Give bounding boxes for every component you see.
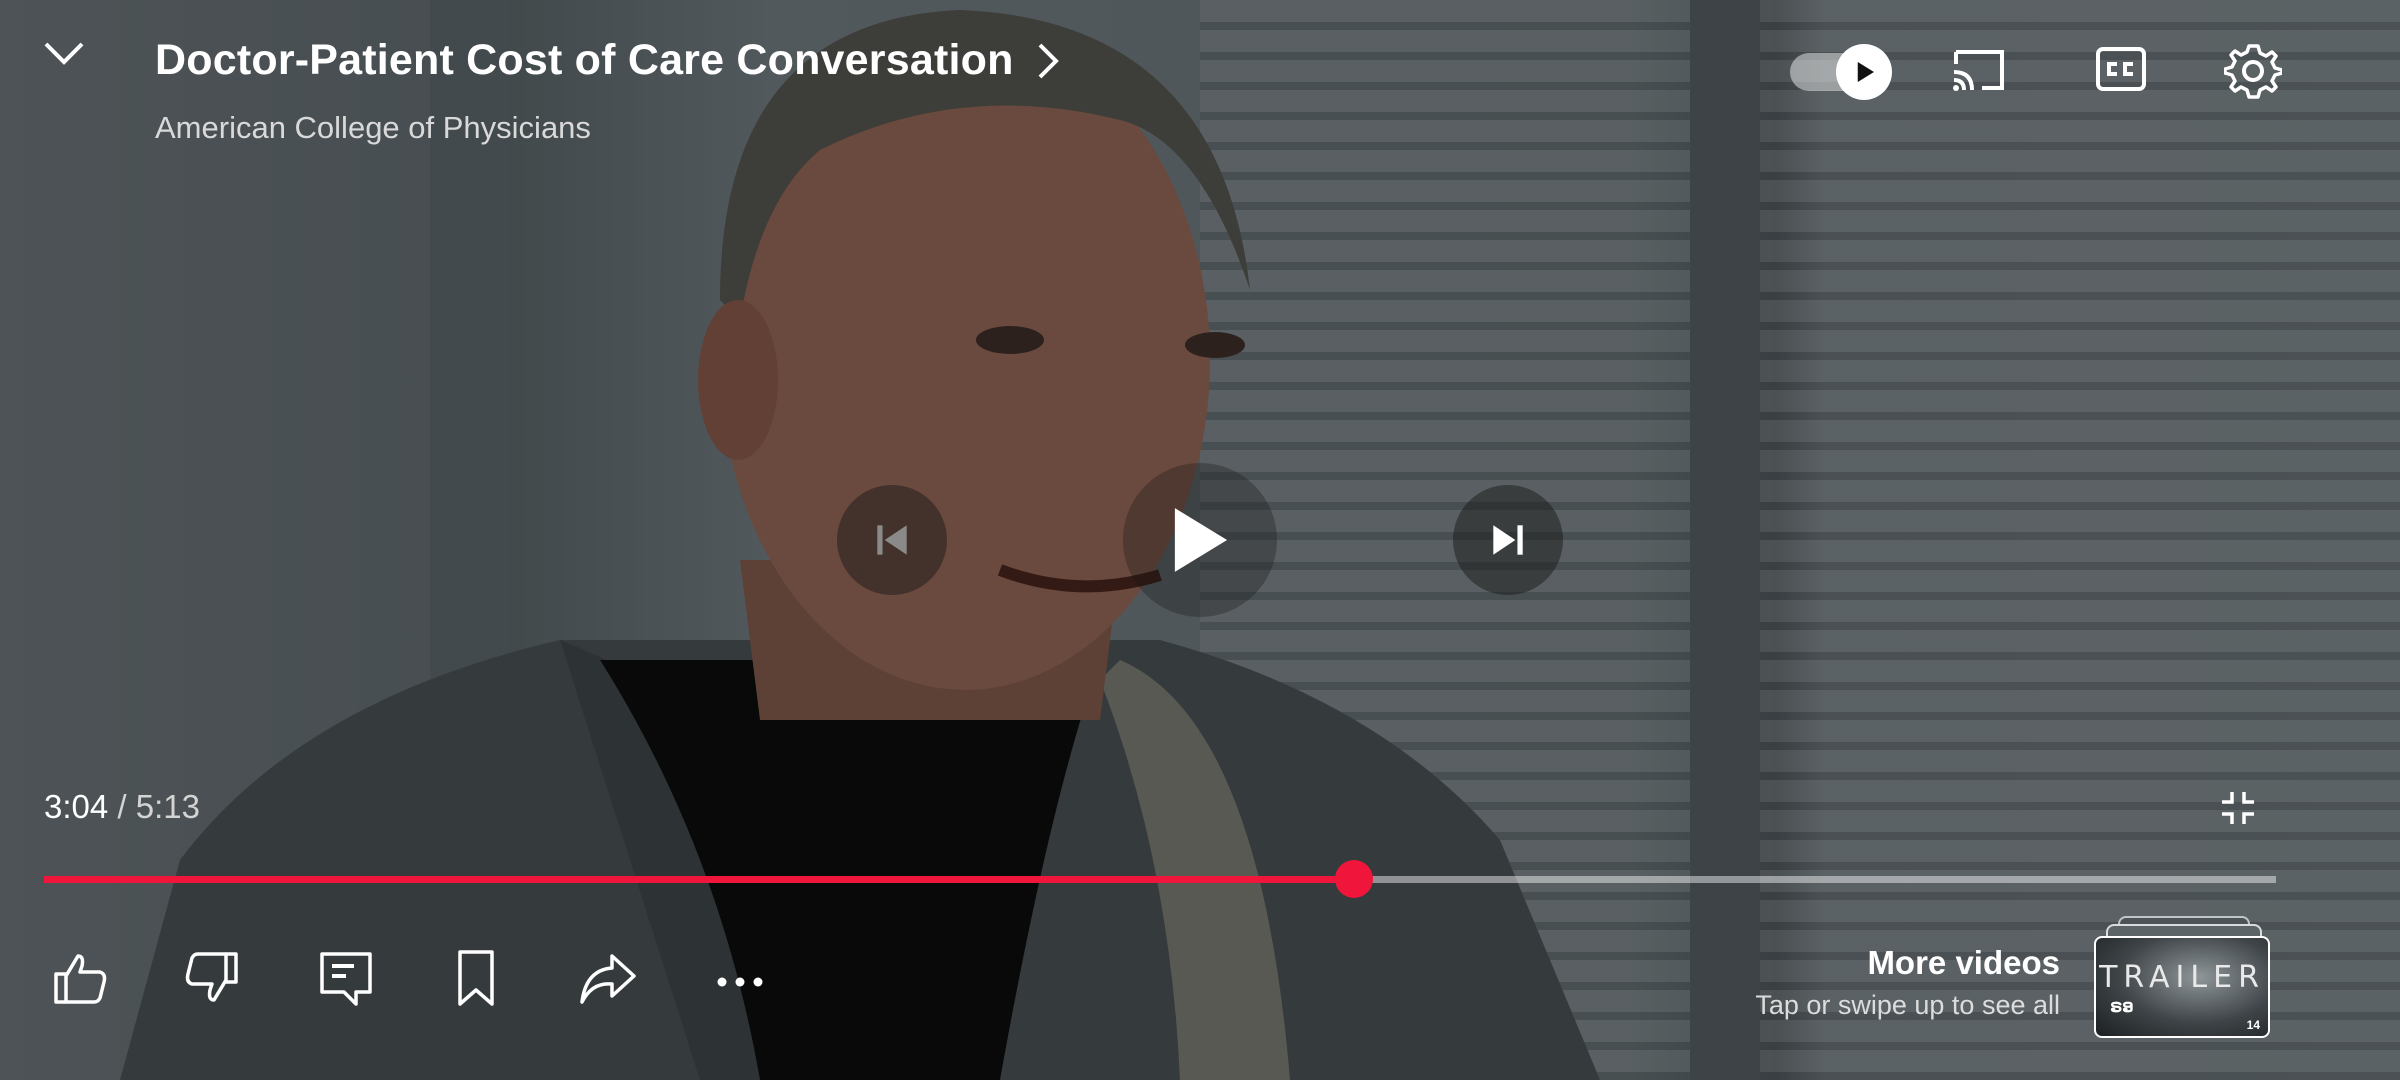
thumbnail-caption: ຣອ (2110, 996, 2134, 1016)
video-title[interactable]: Doctor-Patient Cost of Care Conversation (155, 36, 1014, 85)
more-horizontal-icon[interactable] (710, 948, 770, 1008)
current-time: 3:04 (44, 788, 109, 825)
comment-icon[interactable] (316, 948, 376, 1008)
play-button[interactable] (1123, 463, 1277, 617)
next-button[interactable] (1453, 485, 1563, 595)
bookmark-icon[interactable] (446, 948, 506, 1008)
autoplay-toggle-icon (1836, 44, 1892, 100)
cast-icon[interactable] (1950, 44, 2008, 94)
skip-next-icon (1493, 525, 1523, 555)
skip-previous-icon (877, 525, 907, 555)
thumbnail-badge: 14 (2246, 1018, 2260, 1032)
thumbnail-title: TRAILER (2099, 960, 2265, 995)
more-videos-title: More videos (1867, 944, 2060, 981)
video-title-row[interactable]: Doctor-Patient Cost of Care Conversation (155, 36, 1062, 85)
share-icon[interactable] (578, 948, 638, 1008)
more-videos-prompt[interactable]: More videos Tap or swipe up to see all (1755, 944, 2060, 1021)
autoplay-toggle[interactable] (1790, 44, 1892, 100)
chevron-down-icon[interactable] (42, 38, 86, 68)
time-display: 3:04 / 5:13 (44, 788, 200, 826)
thumbnail-image: TRAILER ຣອ 14 (2094, 936, 2270, 1038)
previous-button[interactable] (837, 485, 947, 595)
thumbs-down-icon[interactable] (182, 948, 242, 1008)
video-duration: 5:13 (135, 788, 200, 825)
play-icon (1174, 508, 1228, 572)
thumbs-up-icon[interactable] (50, 948, 110, 1008)
gear-icon[interactable] (2224, 42, 2282, 100)
channel-name[interactable]: American College of Physicians (155, 110, 591, 146)
exit-fullscreen-icon[interactable] (2220, 790, 2256, 826)
seek-bar-thumb[interactable] (1335, 860, 1374, 898)
more-videos-thumbnail[interactable]: TRAILER ຣອ 14 (2094, 916, 2270, 1038)
more-videos-subtitle: Tap or swipe up to see all (1755, 990, 2060, 1020)
time-separator: / (108, 788, 136, 825)
closed-captions-icon[interactable] (2095, 46, 2147, 92)
video-player[interactable]: Doctor-Patient Cost of Care Conversation… (0, 0, 2400, 1080)
seek-bar[interactable] (44, 860, 2276, 898)
seek-bar-played (44, 876, 1355, 883)
chevron-right-icon[interactable] (1034, 41, 1062, 81)
